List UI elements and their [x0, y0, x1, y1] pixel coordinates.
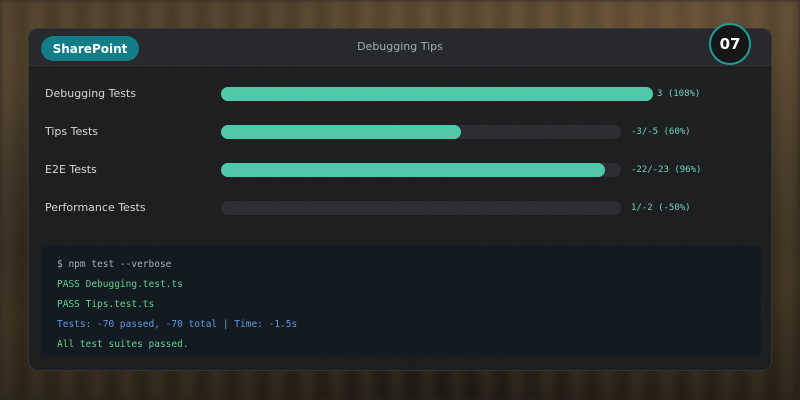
progress-track — [221, 163, 621, 177]
terminal-line: All test suites passed. — [57, 339, 189, 350]
test-label: Debugging Tests — [45, 87, 137, 100]
progress-track — [221, 201, 621, 215]
card-header: SharePoint Debugging Tips — [29, 29, 771, 66]
test-row-debugging: Debugging Tests 3 (108%) — [45, 84, 745, 104]
test-value: 3 (108%) — [657, 89, 701, 99]
test-row-performance: Performance Tests 1/-2 (-50%) — [45, 198, 745, 218]
progress-fill — [221, 125, 461, 139]
progress-track — [221, 125, 621, 139]
terminal-line: $ npm test --verbose — [57, 259, 172, 270]
test-value: -3/-5 (60%) — [631, 127, 691, 137]
test-results-card: SharePoint Debugging Tips Debugging Test… — [28, 28, 772, 371]
test-row-e2e: E2E Tests -22/-23 (96%) — [45, 160, 745, 180]
terminal-line: Tests: -70 passed, -70 total | Time: -1.… — [57, 319, 298, 330]
step-badge: 07 — [709, 23, 751, 65]
test-value: -22/-23 (96%) — [631, 165, 702, 175]
terminal-output: $ npm test --verbose PASS Debugging.test… — [41, 246, 761, 356]
test-label: Performance Tests — [45, 201, 146, 214]
test-row-tips: Tips Tests -3/-5 (60%) — [45, 122, 745, 142]
terminal-line: PASS Debugging.test.ts — [57, 279, 183, 290]
progress-fill — [221, 87, 653, 101]
test-label: E2E Tests — [45, 163, 97, 176]
terminal-line: PASS Tips.test.ts — [57, 299, 155, 310]
progress-track — [221, 87, 653, 101]
progress-fill — [221, 163, 605, 177]
page-title: Debugging Tips — [357, 40, 443, 53]
test-label: Tips Tests — [45, 125, 99, 138]
test-value: 1/-2 (-50%) — [631, 203, 691, 213]
